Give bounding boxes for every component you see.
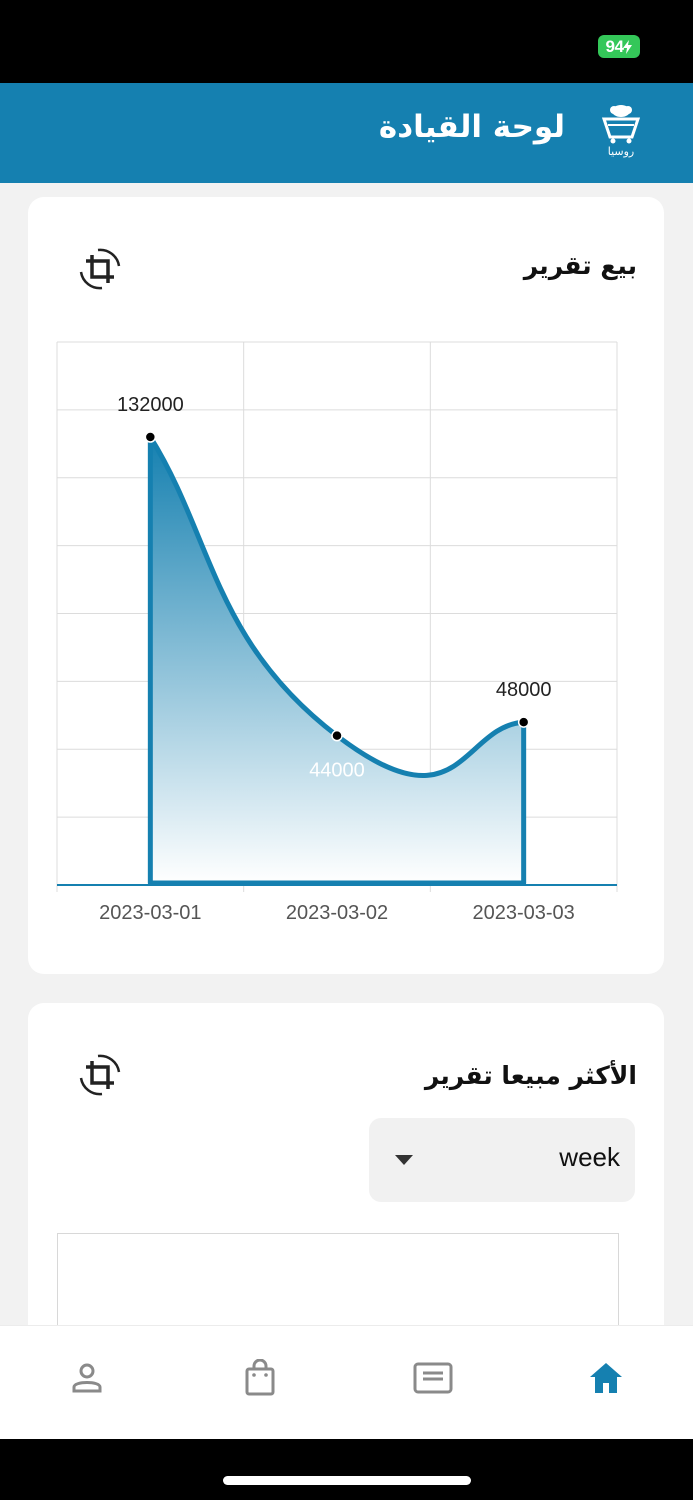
period-select[interactable]: week	[369, 1118, 635, 1202]
best-selling-refresh-button[interactable]	[76, 1051, 124, 1099]
data-label: 44000	[309, 760, 365, 782]
series-area	[147, 434, 527, 886]
charging-icon	[623, 39, 633, 54]
data-label: 132000	[117, 394, 184, 416]
data-point	[331, 729, 343, 742]
battery-indicator: 94	[598, 35, 640, 58]
data-point	[144, 431, 157, 443]
period-select-value: week	[559, 1142, 620, 1172]
bottom-nav	[0, 1325, 693, 1440]
nav-profile[interactable]	[59, 1350, 115, 1406]
page-title: لوحة القيادة	[378, 109, 565, 145]
sales-chart: 132000 44000 48000 2023-03-01 2023-03-02 2023…	[56, 341, 618, 924]
crop-rotate-icon	[79, 1054, 121, 1096]
nav-invoices[interactable]	[405, 1350, 461, 1406]
data-label: 48000	[496, 679, 552, 701]
x-tick-label: 2023-03-02	[286, 902, 388, 924]
status-bar: 94	[0, 0, 693, 83]
nav-orders[interactable]	[232, 1350, 288, 1406]
logo-text: روسيا	[608, 145, 635, 158]
data-point	[517, 716, 530, 728]
sales-report-card: بيع تقرير 132000 44000 48000 2023-03-01 2023…	[28, 197, 664, 974]
x-tick-label: 2023-03-01	[99, 902, 201, 924]
home-indicator-area	[0, 1439, 693, 1500]
home-indicator[interactable]	[223, 1476, 471, 1485]
home-icon	[590, 1363, 622, 1393]
chart-series	[144, 431, 530, 886]
receipt-icon	[413, 1362, 453, 1394]
logo: روسيا	[601, 105, 641, 158]
shopping-bag-icon	[245, 1359, 275, 1396]
nav-home[interactable]	[578, 1350, 634, 1406]
app-header: لوحة القيادة	[0, 83, 693, 183]
battery-level: 94	[605, 36, 624, 56]
best-selling-title: الأكثر مبيعا تقرير	[424, 1061, 637, 1090]
x-tick-label: 2023-03-03	[473, 902, 575, 924]
chevron-down-icon	[395, 1155, 413, 1165]
person-icon	[72, 1363, 102, 1393]
